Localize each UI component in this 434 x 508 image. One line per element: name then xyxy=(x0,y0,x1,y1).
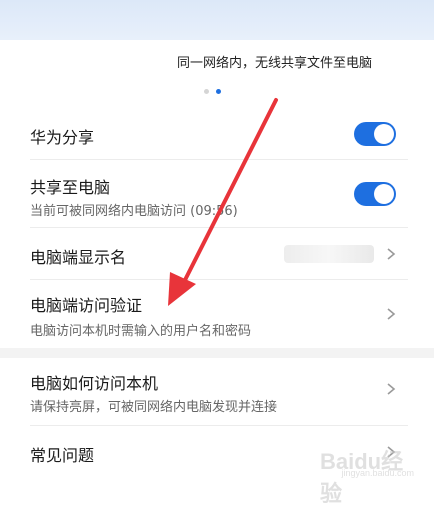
share-to-pc-toggle[interactable] xyxy=(354,182,396,206)
banner-caption: 同一网络内，无线共享文件至电脑 xyxy=(176,56,372,71)
feature-illustration-banner xyxy=(0,0,434,40)
chevron-right-icon xyxy=(387,383,396,395)
toggle-knob xyxy=(374,184,394,204)
pager-dot-active[interactable] xyxy=(216,89,221,94)
toggle-knob xyxy=(374,124,394,144)
setting-subtitle: 电脑访问本机时需输入的用户名和密码 xyxy=(30,324,252,339)
setting-row-pc-access-verify[interactable]: 电脑端访问验证 电脑访问本机时需输入的用户名和密码 xyxy=(0,280,434,348)
baidu-jingyan-watermark: Baidu经验 jingyan.baidu.com xyxy=(320,444,416,506)
pager-dot[interactable] xyxy=(204,89,209,94)
pc-display-name-value xyxy=(284,245,374,263)
setting-row-pc-display-name[interactable]: 电脑端显示名 xyxy=(0,228,434,280)
setting-title: 华为分享 xyxy=(30,128,95,147)
pager-indicator xyxy=(0,84,434,98)
setting-title: 电脑如何访问本机 xyxy=(30,374,159,393)
setting-title: 常见问题 xyxy=(30,446,95,465)
setting-row-huawei-share[interactable]: 华为分享 xyxy=(0,108,434,160)
huawei-share-toggle[interactable] xyxy=(354,122,396,146)
setting-title: 共享至电脑 xyxy=(30,178,111,197)
setting-row-how-pc-access[interactable]: 电脑如何访问本机 请保持亮屏，可被同网络内电脑发现并连接 xyxy=(0,358,434,426)
watermark-sub: jingyan.baidu.com xyxy=(341,468,414,478)
setting-row-share-to-pc[interactable]: 共享至电脑 当前可被同网络内电脑访问 (09:56) xyxy=(0,160,434,228)
setting-subtitle: 当前可被同网络内电脑访问 (09:56) xyxy=(30,204,238,219)
setting-title: 电脑端显示名 xyxy=(30,248,127,267)
section-gap xyxy=(0,348,434,358)
setting-title: 电脑端访问验证 xyxy=(30,296,143,315)
chevron-right-icon xyxy=(387,248,396,260)
banner-caption-area: 同一网络内，无线共享文件至电脑 xyxy=(0,40,434,84)
setting-subtitle: 请保持亮屏，可被同网络内电脑发现并连接 xyxy=(30,400,278,415)
chevron-right-icon xyxy=(387,308,396,320)
